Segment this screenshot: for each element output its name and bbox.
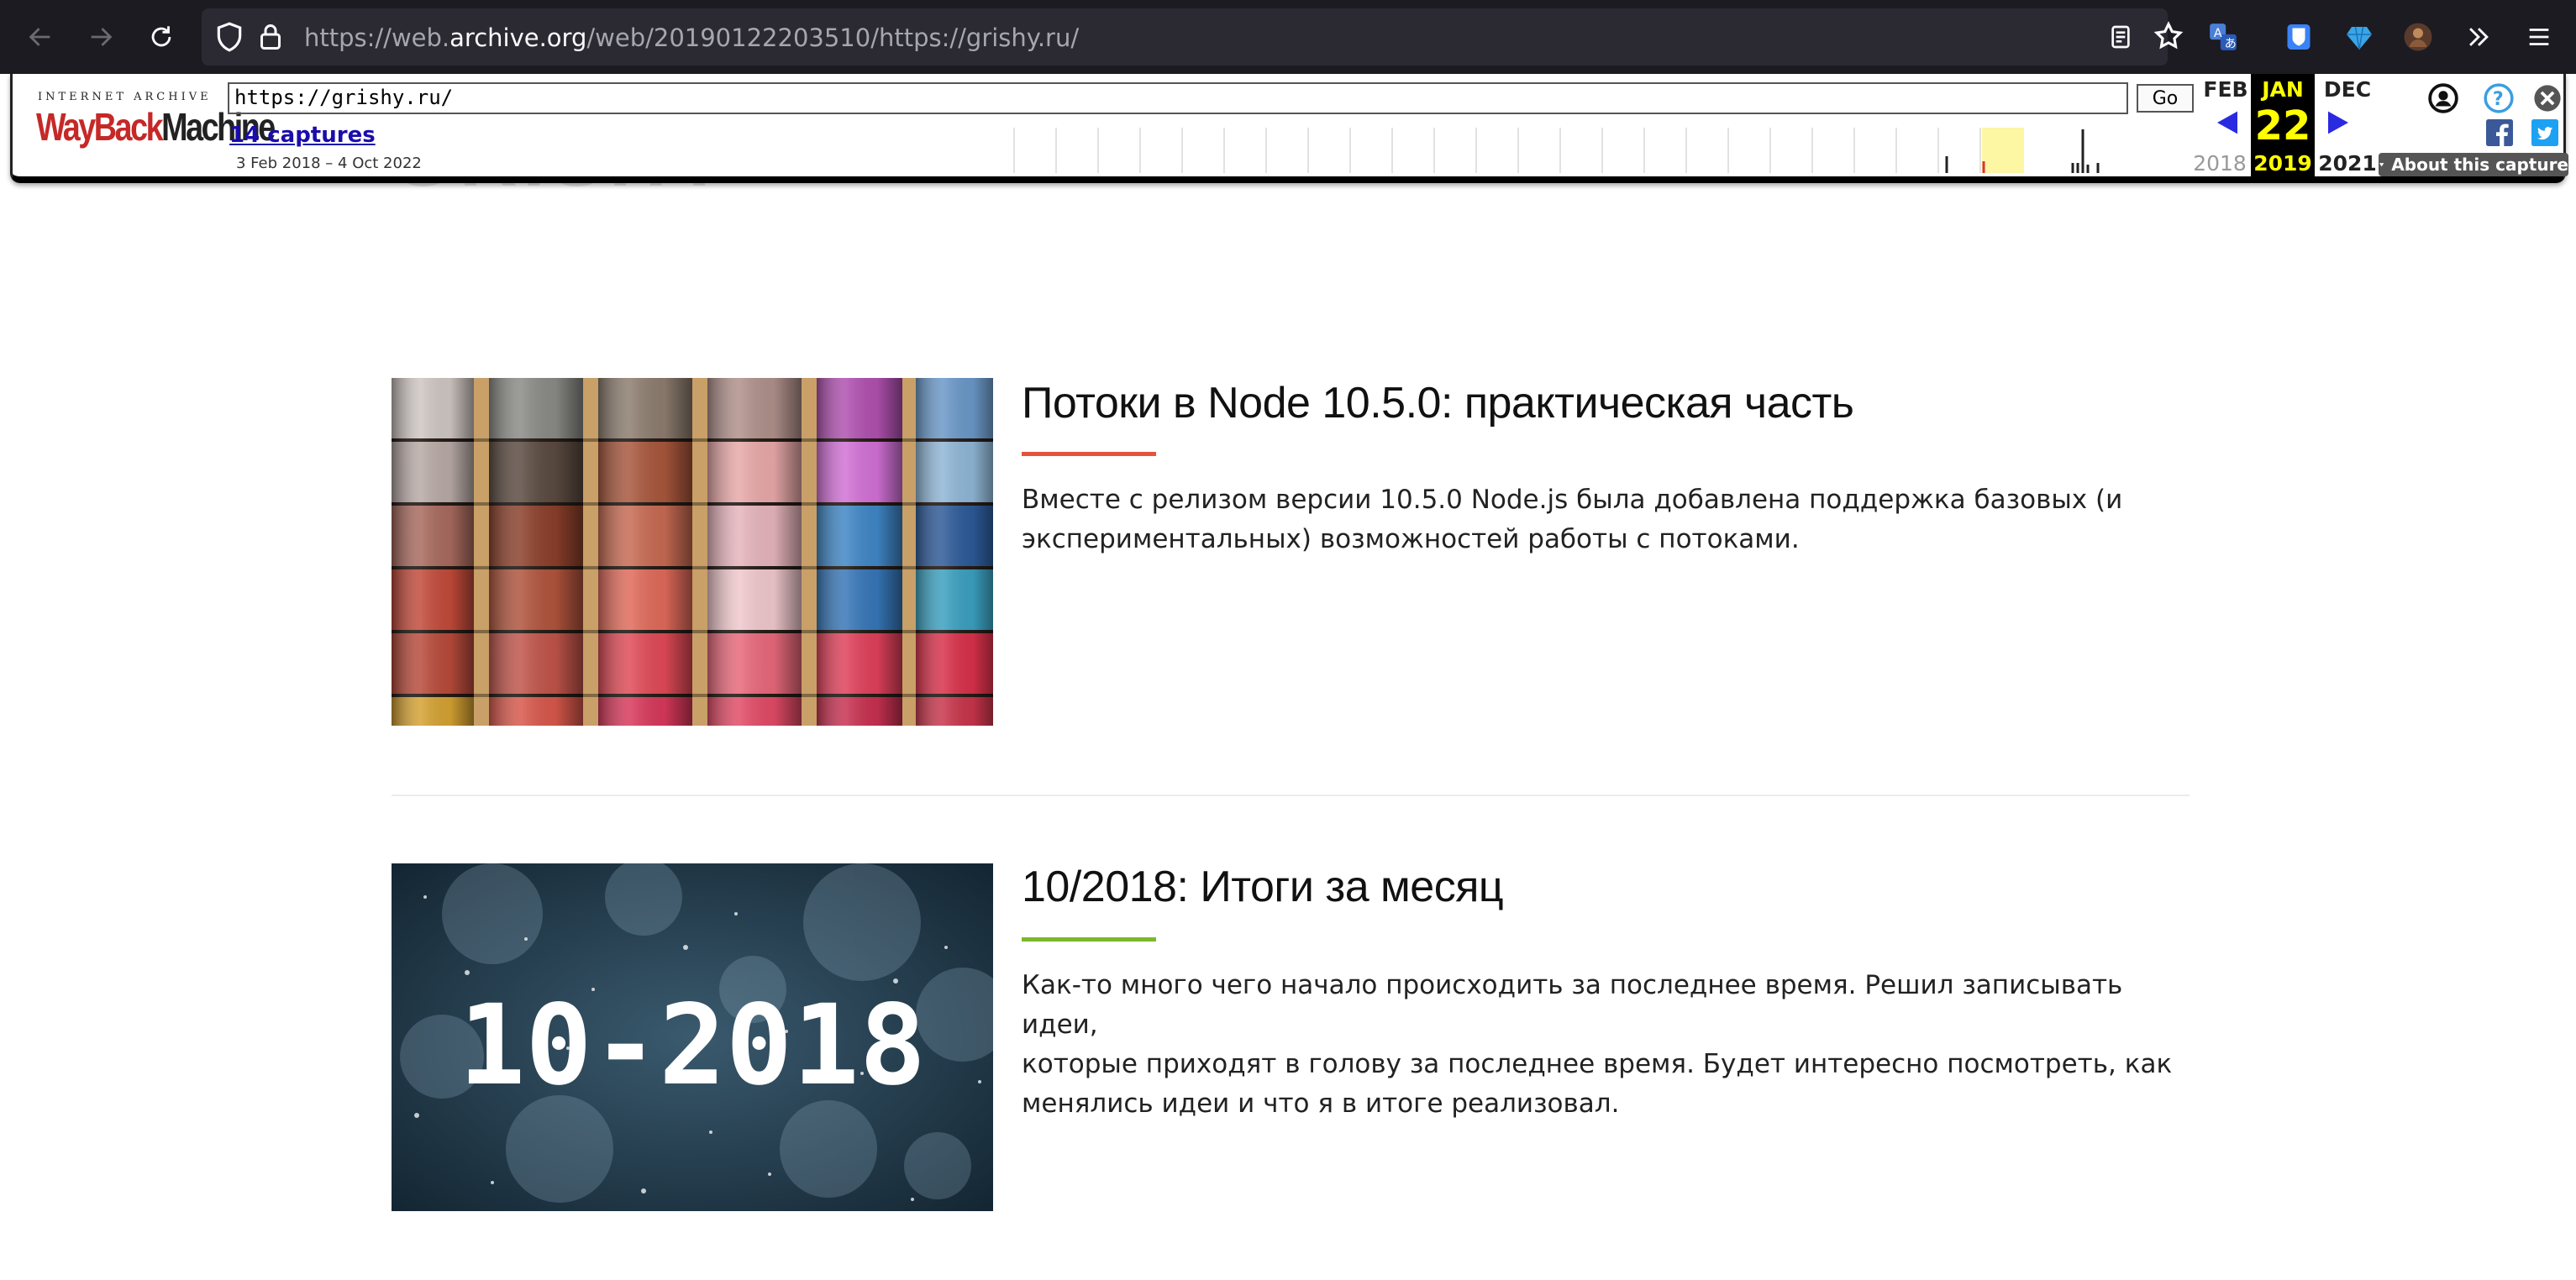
lock-icon[interactable] xyxy=(255,20,286,57)
bokeh-image: 10-2018 xyxy=(392,863,993,1211)
svg-text:?: ? xyxy=(2493,88,2504,110)
post-excerpt-line: экспериментальных) возможностей работы с… xyxy=(1022,524,1800,554)
address-bar[interactable]: https://web.archive.org/web/201901222035… xyxy=(202,8,2184,66)
current-month: JAN xyxy=(2262,77,2304,102)
capture-date-range: 3 Feb 2018 – 4 Oct 2022 xyxy=(236,155,422,172)
overflow-chevrons-icon[interactable] xyxy=(2457,15,2500,59)
current-capture-box: JAN 22 2019 xyxy=(2251,74,2315,176)
about-capture-button[interactable]: About this capture xyxy=(2379,153,2568,176)
avatar-icon[interactable] xyxy=(2396,15,2440,59)
post-separator xyxy=(392,795,2190,796)
post-excerpt-line: которые приходят в голову за последнее в… xyxy=(1022,1049,2173,1079)
prev-capture-arrow-icon[interactable] xyxy=(2214,109,2241,139)
arrow-left-icon xyxy=(29,28,50,46)
next-year-link[interactable]: 2021 xyxy=(2316,151,2379,176)
prev-month-link[interactable]: FEB xyxy=(2200,77,2251,102)
post-accent-line xyxy=(1022,452,1156,456)
wayback-toolbar: INTERNET ARCHIVE WayBackMachine https://… xyxy=(10,74,2568,183)
svg-text:あ: あ xyxy=(2225,37,2237,51)
prev-year-link[interactable]: 2018 xyxy=(2189,151,2251,176)
post-excerpt-line: Вместе с релизом версии 10.5.0 Node.js б… xyxy=(1022,485,2123,515)
shield-icon[interactable] xyxy=(213,20,245,57)
gem-extension-icon[interactable] xyxy=(2337,15,2381,59)
wayback-logo-caption: INTERNET ARCHIVE xyxy=(38,91,212,103)
bookmark-star-icon[interactable] xyxy=(2153,20,2184,55)
url-suffix: /web/20190122203510/https://grishy.ru/ xyxy=(586,24,1080,52)
arrow-right-icon xyxy=(91,28,113,46)
captures-link[interactable]: 14 captures xyxy=(229,123,376,148)
browser-toolbar: https://web.archive.org/web/201901222035… xyxy=(0,0,2576,74)
post-excerpt: Как-то много чего начало происходить за … xyxy=(1022,966,2198,1124)
next-capture-arrow-icon[interactable] xyxy=(2325,109,2352,139)
thread-spools-image xyxy=(392,378,993,726)
facebook-share-icon[interactable] xyxy=(2486,119,2513,150)
wayback-url-input[interactable]: https://grishy.ru/ xyxy=(228,82,2128,114)
user-account-icon[interactable] xyxy=(2427,82,2459,118)
post-thumbnail-monthly[interactable]: 10-2018 xyxy=(392,863,993,1211)
post-excerpt-line: Как-то много чего начало происходить за … xyxy=(1022,970,2123,1040)
current-day: 22 xyxy=(2254,102,2311,150)
image-date-text: 10-2018 xyxy=(459,981,926,1110)
go-button[interactable]: Go xyxy=(2137,84,2194,113)
triangle-down-icon xyxy=(2379,163,2384,167)
reader-view-icon[interactable] xyxy=(2107,22,2134,55)
url-text[interactable]: https://web.archive.org/web/201901222035… xyxy=(304,24,1079,52)
close-icon[interactable] xyxy=(2533,84,2562,116)
reload-icon xyxy=(151,26,171,47)
back-button[interactable] xyxy=(17,13,64,60)
translate-extension-icon[interactable]: Aあ xyxy=(2201,15,2245,59)
post-excerpt: Вместе с релизом версии 10.5.0 Node.js б… xyxy=(1022,480,2198,559)
sparkline-grid xyxy=(1013,128,2023,173)
help-icon[interactable]: ? xyxy=(2483,82,2515,118)
post-thumbnail-threads[interactable] xyxy=(392,378,993,726)
next-month-link[interactable]: DEC xyxy=(2316,77,2379,102)
current-year: 2019 xyxy=(2253,151,2312,176)
capture-sparkline[interactable] xyxy=(1004,128,2180,173)
post-accent-line xyxy=(1022,937,1156,942)
url-prefix: https://web. xyxy=(304,24,450,52)
about-capture-label: About this capture xyxy=(2391,155,2568,175)
url-domain: archive.org xyxy=(449,24,587,52)
twitter-share-icon[interactable] xyxy=(2531,119,2558,150)
svg-text:A: A xyxy=(2214,27,2222,40)
forward-button[interactable] xyxy=(77,13,124,60)
hamburger-menu-icon[interactable] xyxy=(2517,15,2561,59)
post-excerpt-line: менялись идеи и что я в итоге реализовал… xyxy=(1022,1089,1620,1119)
bitwarden-icon[interactable] xyxy=(2277,15,2321,59)
selected-year-highlight xyxy=(1982,128,2024,173)
reload-button[interactable] xyxy=(138,13,185,60)
wayback-logo[interactable]: WayBackMachine xyxy=(36,105,276,149)
post-title-link[interactable]: Потоки в Node 10.5.0: практическая часть xyxy=(1022,378,1854,428)
post-title-link[interactable]: 10/2018: Итоги за месяц xyxy=(1022,862,1504,912)
logo-wayback-text: WayBack xyxy=(36,105,164,149)
